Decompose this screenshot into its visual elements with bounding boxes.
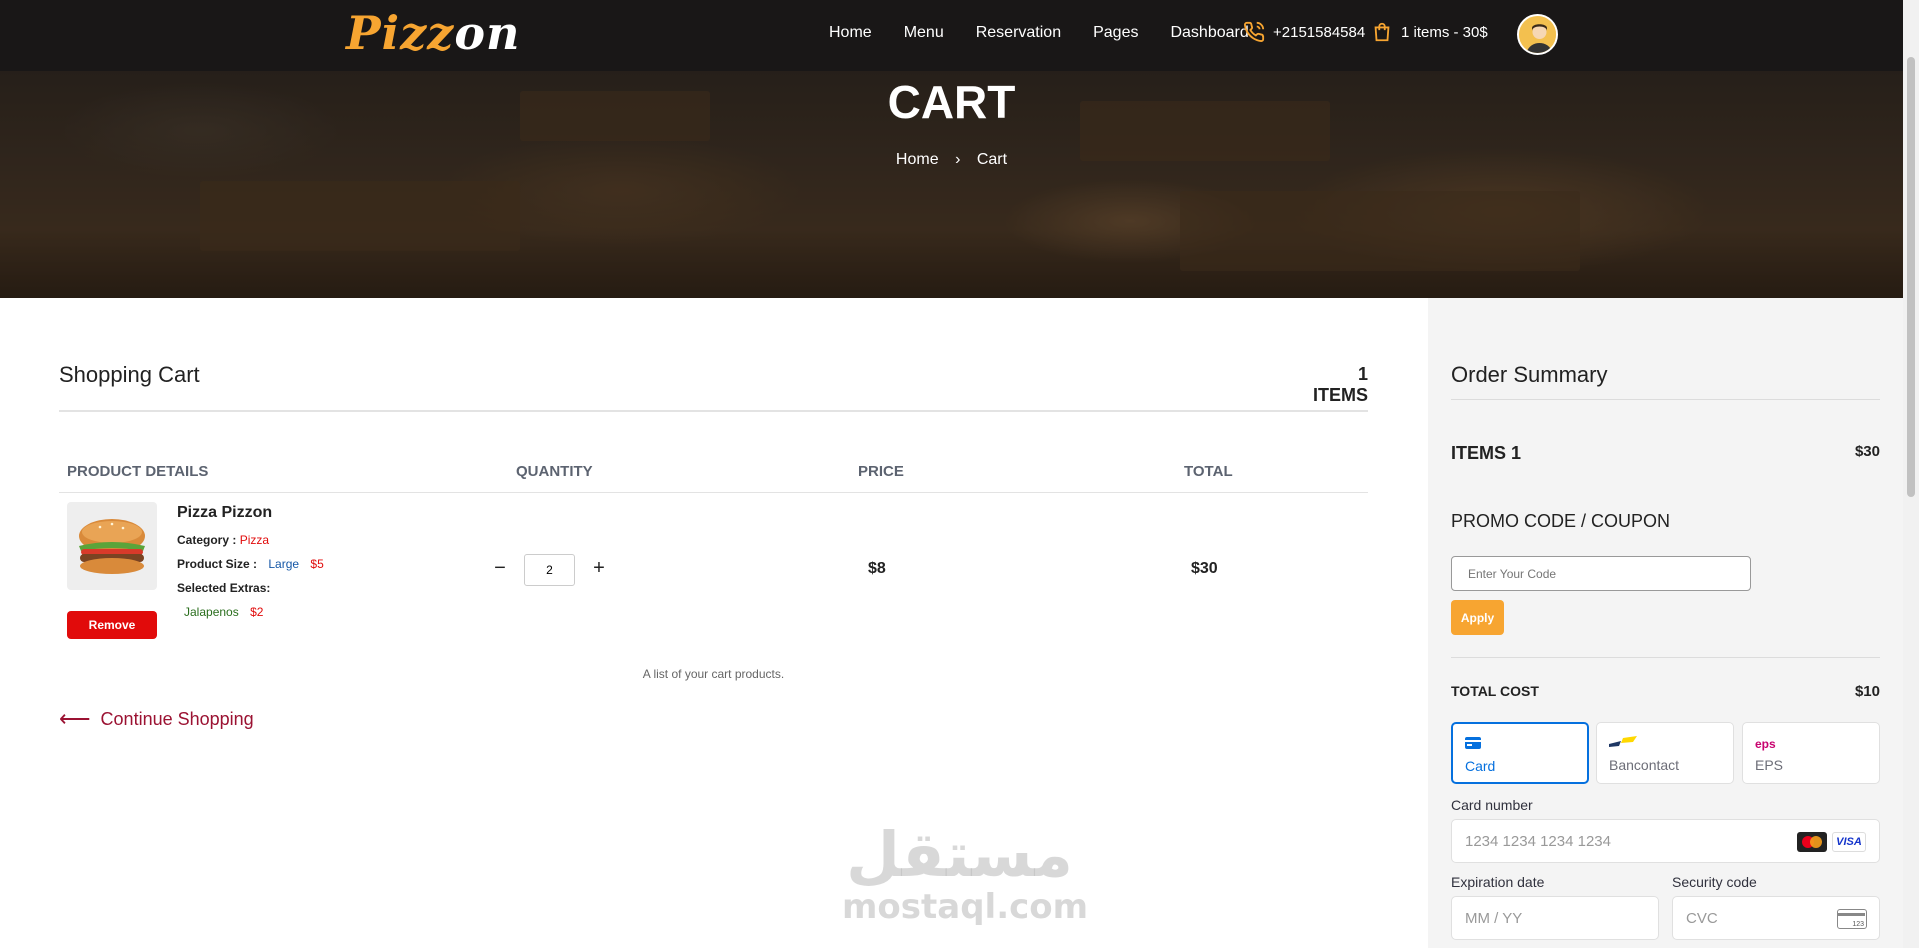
divider (59, 492, 1368, 493)
promo-label: PROMO CODE / COUPON (1451, 511, 1671, 531)
logo-part2: on (454, 6, 521, 60)
shopping-bag-icon (1374, 22, 1390, 42)
table-caption: A list of your cart products. (642, 667, 785, 681)
payment-tab-bancontact-label: Bancontact (1609, 757, 1680, 773)
expiry-label: Expiration date (1451, 874, 1545, 890)
page-scrollbar[interactable] (1903, 0, 1919, 948)
page-title: CART (887, 76, 1016, 128)
column-header-product: PRODUCT DETAILS (67, 463, 209, 480)
visa-icon: VISA (1832, 832, 1866, 852)
product-size: Product Size : Large $5 (177, 557, 324, 571)
eps-icon: eps (1755, 737, 1776, 751)
mostaql-watermark: مستقل mostaql.com (842, 818, 1089, 927)
phone-contact[interactable]: +2151584584 (1243, 21, 1365, 43)
cvc-card-icon: 123 (1837, 909, 1867, 929)
credit-card-icon (1465, 737, 1481, 749)
cvc-input[interactable]: CVC 123 (1672, 896, 1880, 940)
item-price: $8 (868, 560, 886, 577)
hero-banner: CART Home › Cart (0, 71, 1903, 298)
cart-title: Shopping Cart (59, 362, 200, 387)
cart-item-count: 1 ITEMS (1312, 364, 1368, 405)
user-icon (1519, 16, 1556, 53)
expiry-input[interactable]: MM / YY (1451, 896, 1659, 940)
breadcrumb-current: Cart (976, 151, 1008, 168)
nav-menu[interactable]: Menu (904, 24, 944, 42)
column-header-price: PRICE (858, 463, 904, 480)
user-avatar[interactable] (1517, 14, 1558, 55)
remove-button[interactable]: Remove (67, 611, 157, 639)
card-number-input[interactable]: 1234 1234 1234 1234 VISA (1451, 819, 1880, 863)
nav-pages[interactable]: Pages (1093, 24, 1138, 42)
phone-icon (1244, 21, 1265, 42)
mastercard-icon (1797, 832, 1827, 852)
watermark-latin: mostaql.com (842, 887, 1089, 927)
cvc-icon-text: 123 (1852, 921, 1864, 928)
quantity-input[interactable] (524, 554, 575, 586)
logo-part1: Pizz (346, 6, 455, 60)
card-number-label: Card number (1451, 797, 1533, 813)
promo-code-input[interactable] (1451, 556, 1751, 591)
extra-price: $2 (250, 605, 264, 619)
summary-items-label: ITEMS 1 (1451, 443, 1522, 463)
cart-summary-text: 1 items - 30$ (1401, 23, 1488, 41)
pizzon-logo[interactable]: Pizzon (346, 6, 520, 60)
scrollbar-thumb[interactable] (1907, 57, 1915, 497)
top-navbar: Pizzon Home Menu Reservation Pages Dashb… (0, 0, 1903, 71)
size-label: Product Size : (177, 557, 258, 571)
order-summary-panel: Order Summary ITEMS 1 $30 PROMO CODE / C… (1428, 298, 1903, 948)
burger-image (79, 519, 145, 574)
divider (59, 410, 1368, 412)
cvc-placeholder: CVC (1686, 909, 1718, 927)
divider (1451, 657, 1880, 658)
nav-links: Home Menu Reservation Pages Dashboard (829, 24, 1281, 42)
extra-name: Jalapenos (184, 605, 239, 619)
quantity-decrease-button[interactable]: − (492, 557, 508, 580)
continue-shopping-label: Continue Shopping (100, 708, 254, 729)
arrow-left-icon: ⟵ (59, 706, 91, 731)
card-number-placeholder: 1234 1234 1234 1234 (1465, 832, 1611, 850)
divider (1451, 399, 1880, 400)
product-category: Category : Pizza (177, 533, 269, 547)
payment-tab-card-label: Card (1465, 758, 1496, 774)
extras-label: Selected Extras: (177, 581, 271, 595)
payment-tab-card[interactable]: Card (1451, 722, 1589, 784)
phone-number: +2151584584 (1273, 23, 1366, 41)
cvc-label: Security code (1672, 874, 1757, 890)
payment-tab-eps-label: EPS (1755, 757, 1784, 773)
nav-home[interactable]: Home (829, 24, 872, 42)
category-value: Pizza (239, 533, 270, 547)
item-total: $30 (1191, 560, 1218, 577)
bancontact-icon (1609, 736, 1637, 747)
summary-title: Order Summary (1451, 362, 1608, 387)
chevron-right-icon: › (955, 151, 961, 168)
total-cost-value: $10 (1854, 683, 1880, 700)
extra-item: Jalapenos $2 (184, 605, 263, 619)
apply-promo-button[interactable]: Apply (1451, 600, 1504, 635)
product-name: Pizza Pizzon (177, 504, 273, 521)
expiry-placeholder: MM / YY (1465, 909, 1523, 927)
breadcrumb: Home › Cart (0, 151, 1903, 169)
column-header-quantity: QUANTITY (516, 463, 593, 480)
nav-reservation[interactable]: Reservation (976, 24, 1061, 42)
payment-tab-bancontact[interactable]: Bancontact (1596, 722, 1734, 784)
continue-shopping-link[interactable]: ⟵ Continue Shopping (59, 706, 254, 732)
watermark-arabic: مستقل (846, 818, 1073, 891)
category-label: Category : (177, 533, 237, 547)
total-cost-label: TOTAL COST (1451, 683, 1539, 699)
payment-tab-eps[interactable]: eps EPS (1742, 722, 1880, 784)
column-header-total: TOTAL (1184, 463, 1233, 480)
size-value: Large (268, 557, 300, 571)
summary-items-value: $30 (1854, 443, 1880, 460)
nav-dashboard[interactable]: Dashboard (1170, 24, 1248, 42)
breadcrumb-home[interactable]: Home (896, 151, 939, 168)
quantity-increase-button[interactable]: + (591, 557, 607, 580)
size-price: $5 (310, 557, 324, 571)
product-image (67, 502, 157, 590)
cart-button[interactable]: 1 items - 30$ (1371, 21, 1488, 43)
